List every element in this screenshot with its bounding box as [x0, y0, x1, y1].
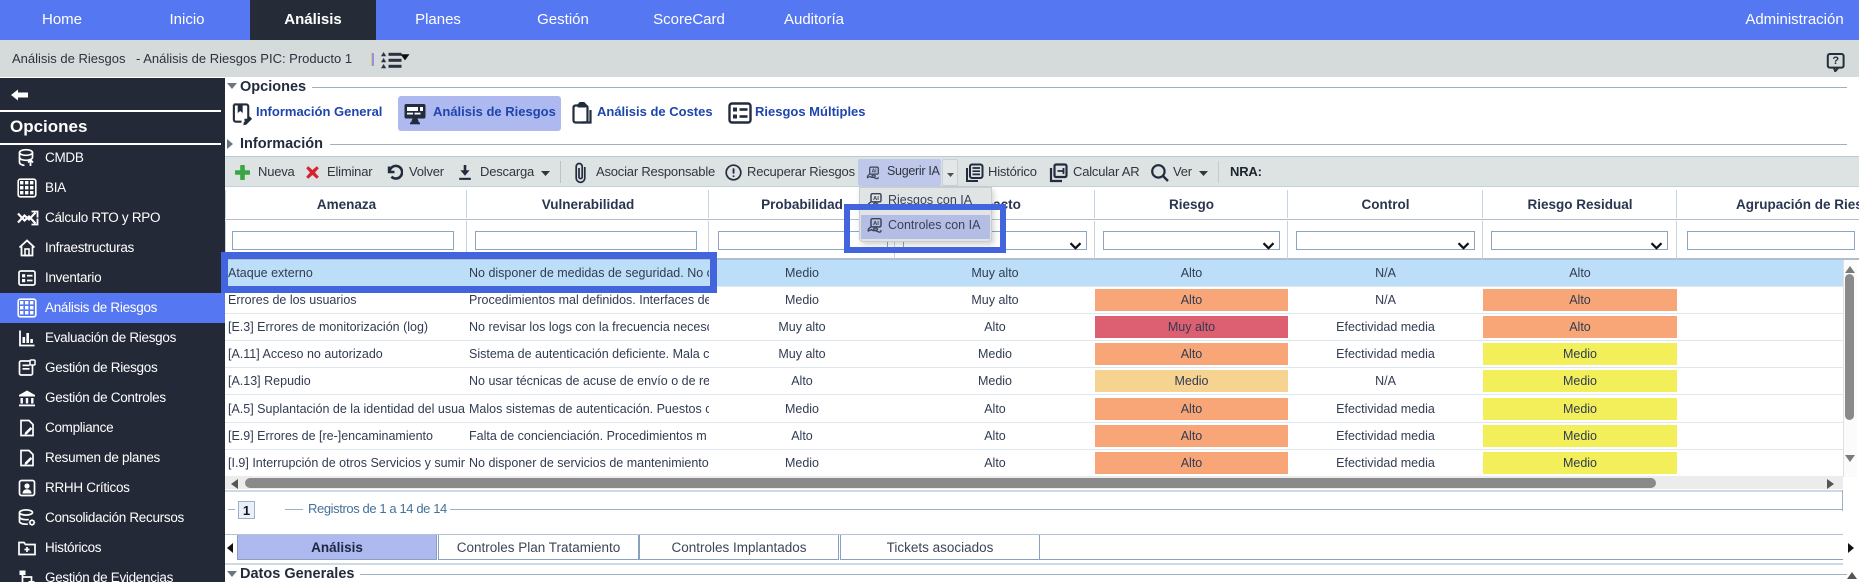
svg-text:AI: AI: [872, 168, 877, 174]
svg-text:AI: AI: [873, 196, 879, 202]
svg-text:?: ?: [1832, 55, 1839, 67]
